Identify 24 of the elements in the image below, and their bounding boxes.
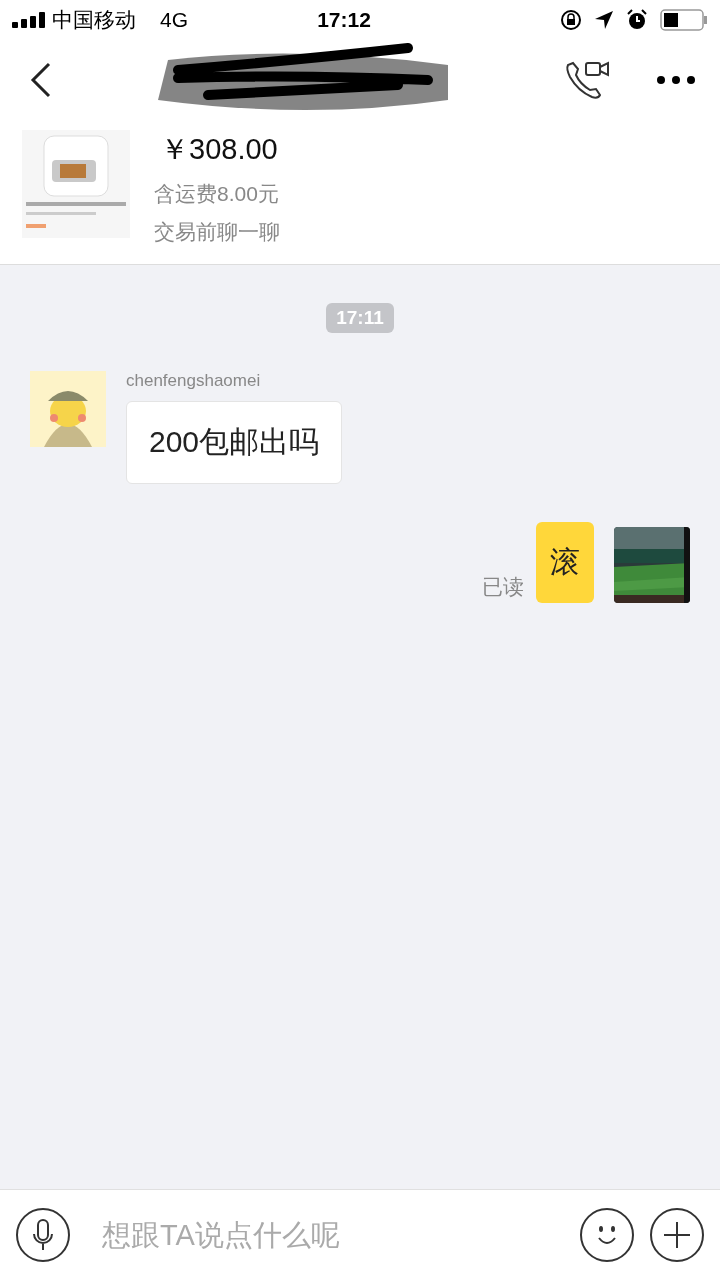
product-price: ￥308.00 [160, 132, 279, 167]
message-bubble: 滚 [536, 522, 594, 603]
battery-icon [660, 9, 708, 31]
read-receipt: 已读 [482, 574, 524, 600]
sender-name: chenfengshaomei [126, 371, 262, 391]
back-icon[interactable] [30, 62, 52, 98]
microphone-icon [31, 1218, 55, 1252]
rotation-lock-icon [560, 9, 582, 31]
plus-button[interactable] [650, 1208, 704, 1262]
video-call-icon[interactable] [564, 59, 610, 101]
clock-time: 17:12 [317, 8, 372, 32]
carrier-name: 中国移动 [52, 7, 136, 33]
shipping-fee: 含运费8.00元 [154, 181, 280, 207]
timestamp: 17:11 [326, 303, 394, 333]
network-type: 4G [160, 8, 188, 32]
location-icon [594, 10, 614, 30]
message-bubble: 200包邮出吗 [126, 401, 343, 484]
voice-button[interactable] [16, 1208, 70, 1262]
signal-icon [12, 12, 46, 28]
emoji-button[interactable] [580, 1208, 634, 1262]
alarm-icon [626, 9, 648, 31]
chat-caption: 交易前聊一聊 [154, 219, 280, 245]
plus-icon [662, 1220, 692, 1250]
more-icon[interactable] [656, 75, 696, 85]
